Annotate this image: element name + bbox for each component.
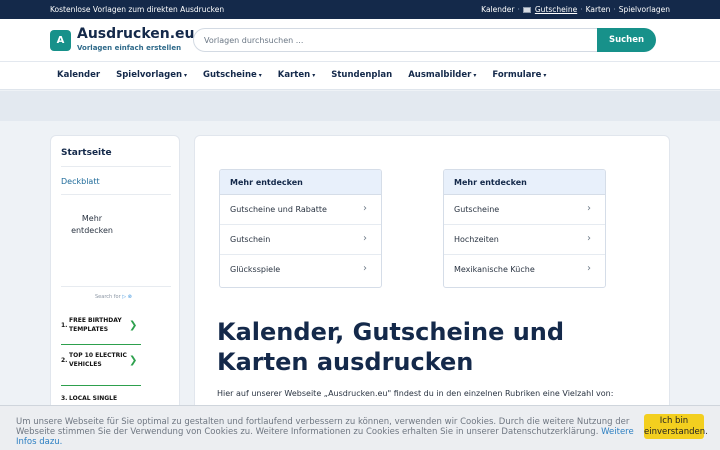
sidebar-item-deckblatt[interactable]: Deckblatt (61, 177, 100, 186)
breadcrumb-band (0, 91, 720, 121)
caret-down-icon: ▾ (543, 72, 547, 79)
chevron-right-icon: ❯ (129, 319, 138, 331)
divider (61, 344, 141, 345)
nav-item-stundenplan[interactable]: Stundenplan (331, 70, 392, 80)
intro-text: Hier auf unserer Webseite „Ausdrucken.eu… (217, 389, 614, 398)
top-link-gutscheine[interactable]: Gutscheine (535, 5, 577, 14)
search-input[interactable]: Vorlagen durchsuchen ... (193, 28, 598, 52)
top-links: Kalender · Gutscheine · Karten · Spielvo… (481, 5, 670, 14)
flag-icon (522, 6, 531, 13)
card-link[interactable]: Gutscheine › (444, 195, 605, 225)
separator: · (580, 5, 583, 14)
chevron-right-icon: › (363, 203, 367, 214)
sidebar: Startseite Deckblatt Mehr entdecken Sear… (50, 135, 180, 415)
cookie-banner: Um unsere Webseite für Sie optimal zu ge… (0, 405, 720, 450)
discover-card: Mehr entdecken Gutscheine › Hochzeiten › M… (443, 169, 606, 288)
chevron-right-icon: › (587, 263, 591, 274)
chevron-right-icon: ❯ (129, 354, 138, 366)
nav-item-spielvorlagen[interactable]: Spielvorlagen ▾ (116, 70, 187, 80)
card-link[interactable]: Glücksspiele › (220, 255, 381, 285)
top-link-kalender[interactable]: Kalender (481, 5, 514, 14)
card-link[interactable]: Hochzeiten › (444, 225, 605, 255)
ad-item[interactable]: 1. FREE BIRTHDAY TEMPLATES ❯ (61, 316, 141, 334)
separator: · (613, 5, 616, 14)
card-link[interactable]: Mexikanische Küche › (444, 255, 605, 285)
card-link[interactable]: Gutschein › (220, 225, 381, 255)
caret-down-icon: ▾ (184, 72, 188, 79)
ad-item[interactable]: 3. LOCAL SINGLE (61, 394, 141, 403)
chevron-right-icon: › (363, 233, 367, 244)
sidebar-title[interactable]: Startseite (61, 148, 112, 158)
nav-item-karten[interactable]: Karten ▾ (278, 70, 315, 80)
top-link-spielvorlagen[interactable]: Spielvorlagen (619, 5, 670, 14)
ad-item[interactable]: 2. TOP 10 ELECTRIC VEHICLES ❯ (61, 351, 141, 369)
card-link[interactable]: Gutscheine und Rabatte › (220, 195, 381, 225)
divider (61, 194, 171, 195)
chevron-right-icon: › (587, 203, 591, 214)
nav-item-gutscheine[interactable]: Gutscheine ▾ (203, 70, 262, 80)
top-link-karten[interactable]: Karten (586, 5, 611, 14)
ad-search-for: Search for ▷ ⊗ (95, 294, 132, 300)
main-content: Mehr entdecken Gutscheine und Rabatte › G… (194, 135, 670, 425)
divider (61, 385, 141, 386)
nav-item-ausmalbilder[interactable]: Ausmalbilder ▾ (408, 70, 476, 80)
divider (61, 286, 171, 287)
nav-item-formulare[interactable]: Formulare ▾ (492, 70, 546, 80)
nav-item-kalender[interactable]: Kalender (57, 70, 100, 80)
card-title: Mehr entdecken (444, 170, 605, 195)
site-name[interactable]: Ausdrucken.eu (77, 26, 195, 42)
top-info-text: Kostenlose Vorlagen zum direkten Ausdruc… (50, 5, 225, 14)
sidebar-more-label: Mehr entdecken (71, 214, 113, 235)
caret-down-icon: ▾ (258, 72, 262, 79)
site-tagline: Vorlagen einfach erstellen (77, 44, 182, 52)
discover-card: Mehr entdecken Gutscheine und Rabatte › G… (219, 169, 382, 288)
cookie-accept-button[interactable]: Ich bin einverstanden. (644, 414, 708, 439)
separator: · (517, 5, 520, 14)
site-header: A Ausdrucken.eu Vorlagen einfach erstell… (0, 19, 720, 62)
cookie-text: Um unsere Webseite für Sie optimal zu ge… (16, 417, 634, 447)
ad-choices-icon: ▷ ⊗ (122, 294, 132, 300)
top-info-bar: Kostenlose Vorlagen zum direkten Ausdruc… (0, 0, 720, 19)
main-nav: Kalender Spielvorlagen ▾ Gutscheine ▾ Kart… (0, 62, 720, 90)
page-title: Kalender, Gutscheine und Karten ausdruck… (217, 318, 565, 376)
caret-down-icon: ▾ (473, 72, 477, 79)
divider (61, 166, 171, 167)
card-title: Mehr entdecken (220, 170, 381, 195)
logo-icon[interactable]: A (50, 30, 71, 51)
chevron-right-icon: › (587, 233, 591, 244)
caret-down-icon: ▾ (312, 72, 316, 79)
search-button[interactable]: Suchen (597, 28, 656, 52)
chevron-right-icon: › (363, 263, 367, 274)
